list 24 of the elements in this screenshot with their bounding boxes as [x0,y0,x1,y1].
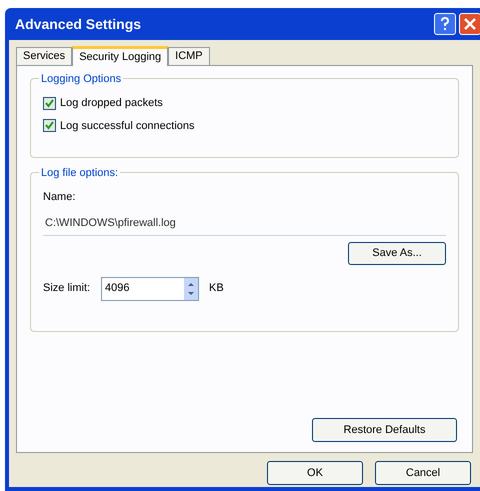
tab[interactable]: Services [16,47,72,65]
size-limit-label: Size limit: [43,281,91,296]
help-button[interactable] [434,13,456,35]
help-icon [440,17,450,31]
name-field[interactable]: C:\WINDOWS\pfirewall.log [43,212,446,236]
close-button[interactable] [459,13,480,35]
save-as-button[interactable]: Save As... [348,242,446,264]
tab[interactable]: Security Logging [72,46,168,66]
checkbox[interactable] [43,96,56,110]
checkbox-option[interactable]: Log successful connections [43,118,195,134]
dialog-button[interactable]: Cancel [375,461,471,485]
checkbox-option[interactable]: Log dropped packets [43,95,163,112]
tab[interactable]: ICMP [168,47,210,65]
dialog-button[interactable]: OK [267,461,363,485]
group-title: Log file options: [39,165,120,182]
unit-label: KB [209,281,224,296]
window-title: Advanced Settings [15,14,142,34]
group-title: Logging Options [39,71,124,88]
checkbox[interactable] [43,119,56,132]
spin-arrows-icon [184,278,198,300]
name-label: Name: [43,190,76,205]
restore-defaults-button[interactable]: Restore Defaults [312,418,457,442]
close-icon [464,18,476,30]
size-spinner[interactable]: 4096 [101,276,199,300]
